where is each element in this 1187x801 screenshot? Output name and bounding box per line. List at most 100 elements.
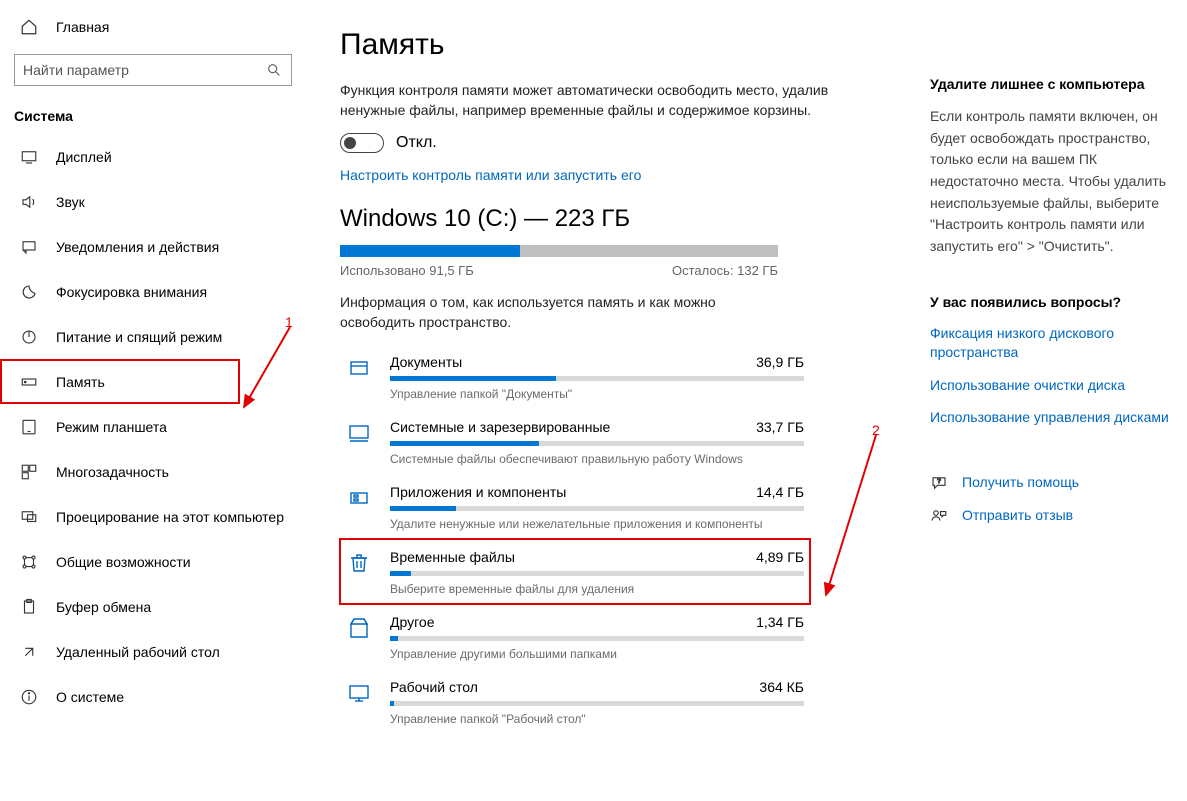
category-name: Другое [390,614,434,630]
category-bar [390,441,804,446]
storage-category[interactable]: Документы 36,9 ГБ Управление папкой "Докум… [340,344,810,409]
category-bar [390,376,804,381]
page-title: Память [340,28,880,62]
sidebar: Главная Найти параметр Система Дисплей З… [0,0,310,801]
notifications-icon [20,238,38,256]
get-help-label: Получить помощь [962,473,1079,492]
home-link[interactable]: Главная [0,18,310,54]
multitask-icon [20,463,38,481]
category-bar [390,636,804,641]
storage-sense-description: Функция контроля памяти может автоматиче… [340,80,880,121]
projection-icon [20,508,38,526]
sidebar-item-notifications[interactable]: Уведомления и действия [0,224,310,269]
send-feedback-label: Отправить отзыв [962,506,1073,525]
category-name: Приложения и компоненты [390,484,566,500]
sidebar-item-label: Буфер обмена [56,599,151,615]
storage-sense-toggle[interactable] [340,133,384,153]
sidebar-item-label: Многозадачность [56,464,169,480]
storage-icon [20,373,38,391]
sidebar-item-power[interactable]: Питание и спящий режим [0,314,310,359]
help-link-disk-management[interactable]: Использование управления дисками [930,408,1175,427]
category-size: 36,9 ГБ [756,354,804,370]
sidebar-item-label: Проецирование на этот компьютер [56,509,284,525]
sidebar-item-label: Режим планшета [56,419,167,435]
sidebar-item-label: Дисплей [56,149,112,165]
sidebar-item-multitask[interactable]: Многозадачность [0,449,310,494]
category-subtext: Управление папкой "Документы" [390,387,804,401]
category-name: Системные и зарезервированные [390,419,610,435]
home-label: Главная [56,19,109,35]
search-placeholder: Найти параметр [23,62,129,78]
category-name: Документы [390,354,462,370]
drive-usage-bar [340,245,778,257]
sidebar-item-label: Общие возможности [56,554,191,570]
sidebar-item-label: Питание и спящий режим [56,329,222,345]
help-link-disk-cleanup[interactable]: Использование очистки диска [930,376,1175,395]
help-link-low-disk[interactable]: Фиксация низкого дискового пространства [930,324,1175,362]
category-size: 33,7 ГБ [756,419,804,435]
right-heading-questions: У вас появились вопросы? [930,294,1175,310]
right-heading-clean: Удалите лишнее с компьютера [930,76,1175,92]
category-bar [390,506,804,511]
search-input[interactable]: Найти параметр [14,54,292,86]
sidebar-item-focus[interactable]: Фокусировка внимания [0,269,310,314]
category-bar [390,701,804,706]
storage-category[interactable]: Системные и зарезервированные 33,7 ГБ Сист… [340,409,810,474]
annotation-1-label: 1 [285,314,293,330]
remote-icon [20,643,38,661]
category-icon [346,681,372,707]
sidebar-item-shared[interactable]: Общие возможности [0,539,310,584]
category-size: 364 КБ [759,679,804,695]
category-icon [346,356,372,382]
storage-category[interactable]: Приложения и компоненты14,4 ГБУдалите не… [340,474,810,539]
get-help-link[interactable]: ? Получить помощь [930,473,1175,492]
category-icon [346,486,372,512]
main-content: Память Функция контроля памяти может авт… [340,0,880,734]
sidebar-item-label: Уведомления и действия [56,239,219,255]
sidebar-item-about[interactable]: О системе [0,674,310,719]
sound-icon [20,193,38,211]
free-label: Осталось: 132 ГБ [672,263,778,278]
category-size: 14,4 ГБ [756,484,804,500]
category-icon [346,421,372,447]
storage-category[interactable]: Рабочий стол364 КБУправление папкой "Раб… [340,669,810,734]
annotation-2-label: 2 [872,422,880,438]
about-icon [20,688,38,706]
sidebar-item-label: О системе [56,689,124,705]
sidebar-item-label: Память [56,374,105,390]
display-icon [20,148,38,166]
sidebar-item-tablet[interactable]: Режим планшета [0,404,310,449]
sidebar-item-label: Удаленный рабочий стол [56,644,220,660]
configure-storage-sense-link[interactable]: Настроить контроль памяти или запустить … [340,167,880,183]
storage-category[interactable]: Другое1,34 ГБУправление другими большими… [340,604,810,669]
home-icon [20,18,38,36]
sidebar-item-clipboard[interactable]: Буфер обмена [0,584,310,629]
sidebar-item-storage[interactable]: Память [0,359,240,404]
drive-heading: Windows 10 (C:) — 223 ГБ [340,205,880,233]
right-description: Если контроль памяти включен, он будет о… [930,106,1175,258]
tablet-icon [20,418,38,436]
sidebar-item-label: Звук [56,194,85,210]
svg-text:?: ? [937,478,941,485]
category-subtext: Системные файлы обеспечивают правильную … [390,452,804,466]
section-header: Система [0,104,310,134]
power-icon [20,328,38,346]
sidebar-item-sound[interactable]: Звук [0,179,310,224]
send-feedback-link[interactable]: Отправить отзыв [930,506,1175,525]
sidebar-item-label: Фокусировка внимания [56,284,207,300]
right-panel: Удалите лишнее с компьютера Если контрол… [930,76,1175,539]
storage-category[interactable]: Временные файлы4,89 ГБВыберите временные… [340,539,810,604]
category-subtext: Управление папкой "Рабочий стол" [390,712,804,726]
category-icon [346,551,372,577]
sidebar-item-project[interactable]: Проецирование на этот компьютер [0,494,310,539]
category-bar [390,571,804,576]
category-subtext: Управление другими большими папками [390,647,804,661]
focus-icon [20,283,38,301]
category-icon [346,616,372,642]
sidebar-item-display[interactable]: Дисплей [0,134,310,179]
usage-info-text: Информация о том, как используется памят… [340,292,780,333]
sidebar-item-remote[interactable]: Удаленный рабочий стол [0,629,310,674]
clipboard-icon [20,598,38,616]
shared-icon [20,553,38,571]
help-icon: ? [930,474,948,492]
